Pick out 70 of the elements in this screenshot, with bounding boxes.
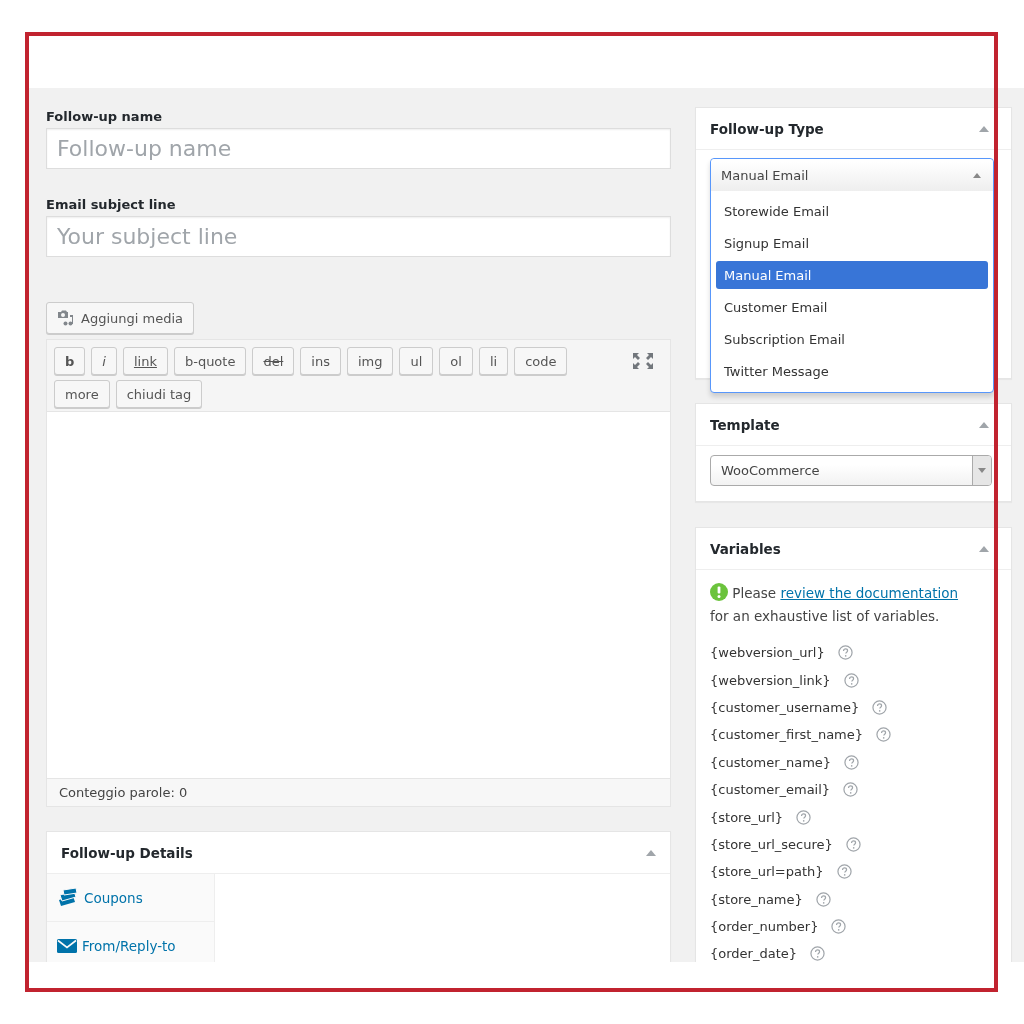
dropdown-option[interactable]: Manual Email	[716, 261, 988, 289]
variable-name: {webversion_url}	[710, 645, 825, 661]
format-button[interactable]: b	[54, 347, 86, 375]
documentation-link[interactable]: review the documentation	[780, 585, 959, 601]
panel-title: Variables	[710, 540, 781, 557]
help-icon[interactable]	[796, 809, 812, 825]
collapse-arrow-icon[interactable]	[979, 125, 989, 132]
word-count: Conteggio parole: 0	[59, 785, 188, 800]
format-button[interactable]: more	[54, 380, 110, 408]
panel-title: Template	[710, 416, 780, 433]
variable-name: {customer_first_name}	[710, 727, 864, 743]
variable-name: {store_url}	[710, 809, 784, 825]
format-button[interactable]: link	[122, 347, 168, 375]
variable-name: {customer_email}	[710, 782, 831, 798]
variable-name: {order_number}	[710, 919, 819, 935]
dropdown-option[interactable]: Signup Email	[716, 229, 988, 257]
variable-name: {webversion_link}	[710, 672, 831, 688]
format-button[interactable]: code	[514, 347, 568, 375]
collapse-arrow-icon[interactable]	[646, 849, 656, 856]
field-label: Follow-up name	[46, 108, 162, 126]
format-button[interactable]: li	[478, 347, 509, 375]
add-media-button[interactable]: Aggiungi media	[46, 302, 194, 334]
format-button[interactable]: i	[91, 347, 117, 375]
tickets-icon	[57, 887, 79, 908]
variable-name: {store_name}	[710, 891, 803, 907]
notice-text: Please review the documentation for an exhaustive list of variables.	[710, 582, 960, 626]
format-button[interactable]: del	[252, 347, 295, 375]
field-label: Email subject line	[46, 196, 176, 214]
help-icon[interactable]	[845, 836, 861, 852]
help-icon[interactable]	[843, 782, 859, 798]
select-field[interactable]: Manual Email	[711, 159, 993, 191]
help-icon[interactable]	[876, 727, 892, 743]
help-icon[interactable]	[844, 754, 860, 770]
format-button[interactable]: ul	[399, 347, 434, 375]
media-icon	[57, 310, 75, 326]
help-icon[interactable]	[837, 645, 853, 661]
format-button[interactable]: chiudi tag	[115, 380, 203, 408]
help-icon[interactable]	[836, 864, 852, 880]
format-button[interactable]: img	[346, 347, 394, 375]
collapse-arrow-icon[interactable]	[979, 421, 989, 428]
details-tab[interactable]: Coupons	[47, 874, 214, 922]
variable-name: {customer_name}	[710, 754, 832, 770]
help-icon[interactable]	[831, 919, 847, 935]
help-icon[interactable]	[815, 891, 831, 907]
dropdown-option[interactable]: Twitter Message	[716, 357, 988, 385]
fullscreen-icon[interactable]	[633, 353, 653, 369]
dropdown-option[interactable]: Storewide Email	[716, 197, 988, 225]
text-input[interactable]: Your subject line	[46, 216, 671, 257]
variable-name: {store_url_secure}	[710, 836, 833, 852]
format-button[interactable]: b-quote	[173, 347, 247, 375]
panel-title: Follow-up Details	[61, 844, 193, 861]
text-input[interactable]: Follow-up name	[46, 128, 671, 169]
dropdown-option[interactable]: Subscription Email	[716, 325, 988, 353]
collapse-arrow-icon[interactable]	[979, 545, 989, 552]
help-icon[interactable]	[843, 672, 859, 688]
variable-name: {store_url=path}	[710, 864, 824, 880]
exclamation-icon	[710, 583, 728, 601]
panel-title: Follow-up Type	[710, 120, 824, 137]
format-button[interactable]: ins	[300, 347, 341, 375]
dropdown-arrow-icon	[972, 456, 991, 485]
variable-name: {order_date}	[710, 946, 798, 962]
variable-name: {customer_username}	[710, 699, 860, 715]
dropdown-option[interactable]: Customer Email	[716, 293, 988, 321]
chevron-icon	[973, 172, 981, 178]
help-icon[interactable]	[810, 946, 826, 962]
envelope-icon	[57, 938, 77, 953]
format-button[interactable]: ol	[439, 347, 473, 375]
details-tab[interactable]: From/Reply-to	[47, 922, 214, 962]
template-select[interactable]: WooCommerce	[710, 455, 992, 486]
help-icon[interactable]	[872, 699, 888, 715]
